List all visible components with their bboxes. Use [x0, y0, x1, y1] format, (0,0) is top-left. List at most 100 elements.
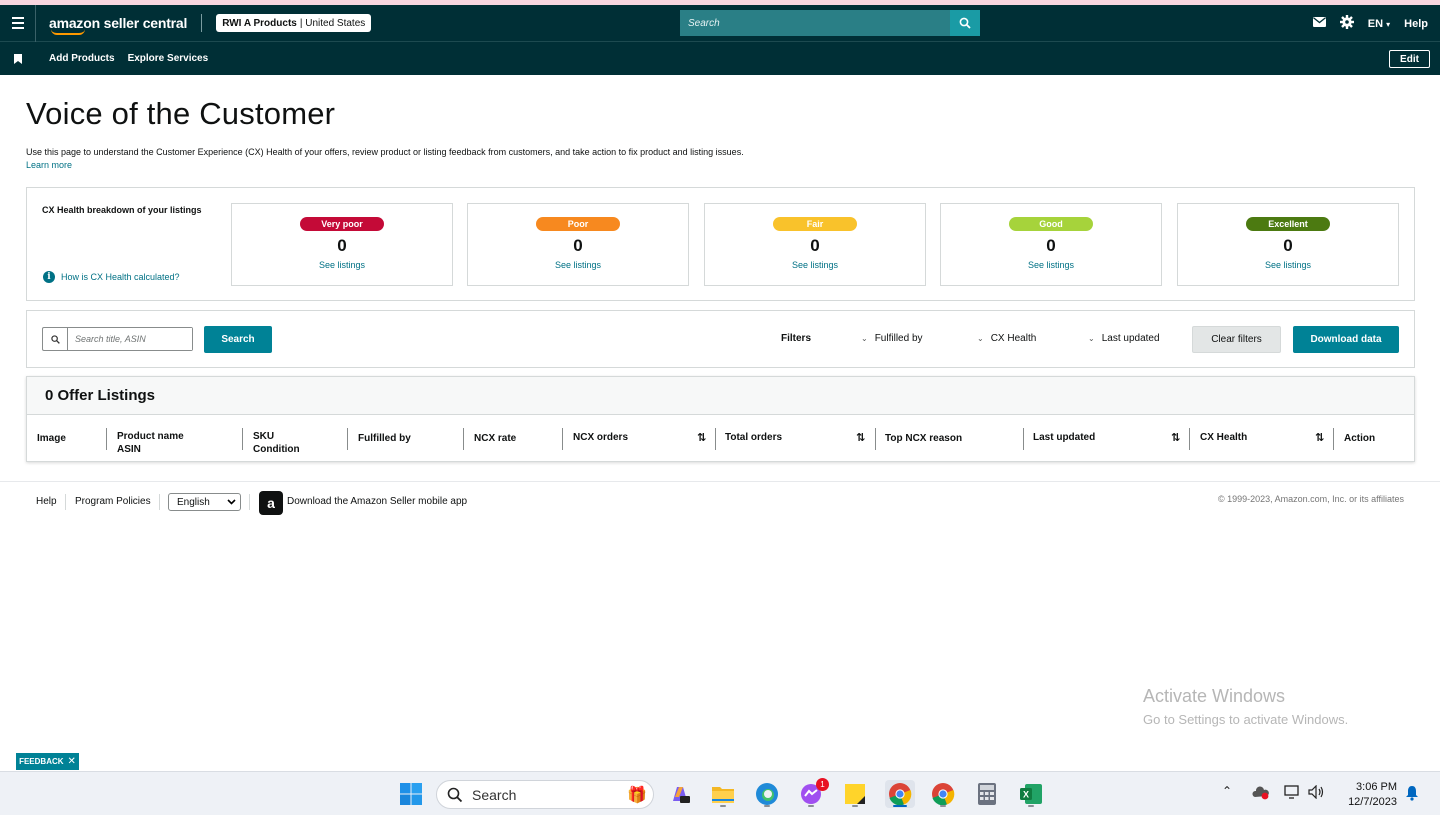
sticky-notes-icon[interactable]: [841, 780, 869, 808]
col-sku-label: SKU: [253, 431, 275, 442]
count-good: 0: [1046, 236, 1056, 255]
cx-card-good: Good 0 See listings: [940, 203, 1162, 286]
network-icon[interactable]: [1284, 785, 1300, 802]
page-title: Voice of the Customer: [26, 96, 336, 131]
badge-good: Good: [1009, 217, 1093, 231]
running-indicator: [940, 805, 946, 807]
messenger-icon[interactable]: 1: [797, 778, 829, 808]
help-link[interactable]: Help: [1404, 18, 1428, 30]
sort-icon[interactable]: ⇅: [856, 431, 865, 444]
last-updated-label: Last updated: [1101, 333, 1160, 344]
search-highlight-icon: 🎁: [627, 786, 647, 804]
taskbar-search-label: Search: [472, 786, 517, 803]
account-switcher[interactable]: RWI A Products | United States: [216, 14, 372, 32]
see-listings-fair[interactable]: See listings: [705, 260, 925, 270]
chrome-icon[interactable]: [929, 780, 957, 808]
col-cx-health[interactable]: CX Health: [1200, 431, 1247, 444]
footer-language-select[interactable]: English: [168, 493, 241, 511]
column-divider: [1023, 428, 1024, 450]
cx-health-dropdown[interactable]: ⌄ CX Health: [977, 333, 1036, 344]
onedrive-error-icon[interactable]: [1252, 786, 1270, 803]
menu-icon[interactable]: [0, 4, 36, 42]
offer-listings-count: 0 Offer Listings: [45, 387, 156, 404]
excel-icon[interactable]: X: [1017, 780, 1045, 808]
nav-add-products[interactable]: Add Products: [49, 53, 115, 64]
footer-program-policies-link[interactable]: Program Policies: [75, 496, 151, 507]
search-icon[interactable]: [950, 10, 980, 36]
col-total-orders[interactable]: Total orders: [725, 431, 782, 444]
feedback-label: FEEDBACK: [19, 757, 64, 766]
listing-search-input[interactable]: [68, 328, 192, 350]
col-ncx-rate[interactable]: NCX rate: [474, 432, 516, 445]
edit-nav-button[interactable]: Edit: [1389, 50, 1430, 68]
see-listings-very-poor[interactable]: See listings: [232, 260, 452, 270]
amazon-seller-app-icon[interactable]: a: [259, 491, 283, 515]
mail-icon[interactable]: [1312, 17, 1326, 30]
active-indicator: [893, 805, 907, 807]
footer-divider: [0, 481, 1440, 482]
learn-more-link[interactable]: Learn more: [26, 160, 72, 170]
calculator-icon[interactable]: [973, 780, 1001, 808]
system-clock[interactable]: 3:06 PM 12/7/2023: [1348, 780, 1397, 810]
column-divider: [1333, 428, 1334, 450]
fulfilled-by-label: Fulfilled by: [874, 333, 923, 344]
cx-health-title: CX Health breakdown of your listings: [42, 205, 202, 215]
col-last-updated[interactable]: Last updated: [1033, 431, 1095, 444]
chevron-up-icon[interactable]: ⌃: [1222, 784, 1232, 798]
notification-badge: 1: [816, 778, 829, 791]
close-icon[interactable]: ✕: [68, 756, 76, 767]
download-data-button[interactable]: Download data: [1293, 326, 1399, 353]
running-indicator: [764, 805, 770, 807]
nav-explore-services[interactable]: Explore Services: [128, 53, 209, 64]
see-listings-good[interactable]: See listings: [941, 260, 1161, 270]
chrome-profile-icon[interactable]: [885, 780, 915, 808]
divider: [249, 494, 250, 510]
footer-help-link[interactable]: Help: [36, 496, 57, 507]
column-divider: [715, 428, 716, 450]
cx-card-fair: Fair 0 See listings: [704, 203, 926, 286]
clear-filters-button[interactable]: Clear filters: [1192, 326, 1281, 353]
global-search-input[interactable]: [680, 10, 950, 36]
gear-icon[interactable]: [1339, 15, 1354, 32]
badge-very-poor: Very poor: [300, 217, 384, 231]
sort-icon[interactable]: ⇅: [1171, 431, 1180, 444]
filters-label: Filters: [781, 333, 812, 344]
see-listings-poor[interactable]: See listings: [468, 260, 688, 270]
column-divider: [106, 428, 107, 450]
column-divider: [562, 428, 563, 450]
search-button[interactable]: Search: [204, 326, 272, 353]
running-indicator: [1028, 805, 1034, 807]
account-name: RWI A Products: [222, 17, 297, 29]
col-fulfilled-by: Fulfilled by: [358, 433, 411, 444]
bookmark-icon[interactable]: [0, 53, 36, 64]
page-description: Use this page to understand the Customer…: [26, 147, 744, 157]
notification-bell-icon[interactable]: [1405, 785, 1419, 804]
clock-date: 12/7/2023: [1348, 796, 1397, 808]
col-condition-label: Condition: [253, 444, 300, 455]
volume-icon[interactable]: [1308, 784, 1326, 802]
column-divider: [875, 428, 876, 450]
caret-down-icon: ▾: [1386, 19, 1391, 29]
last-updated-dropdown[interactable]: ⌄ Last updated: [1088, 333, 1160, 344]
cx-health-calculation-link[interactable]: i How is CX Health calculated?: [43, 271, 180, 283]
count-very-poor: 0: [337, 236, 347, 255]
sort-icon[interactable]: ⇅: [1315, 431, 1324, 444]
see-listings-excellent[interactable]: See listings: [1178, 260, 1398, 270]
taskbar-search[interactable]: Search 🎁: [436, 780, 654, 809]
windows-start-icon[interactable]: [397, 780, 425, 808]
table-header: 0 Offer Listings: [27, 377, 1414, 415]
running-indicator: [808, 805, 814, 807]
file-explorer-icon[interactable]: [709, 780, 737, 808]
badge-excellent: Excellent: [1246, 217, 1330, 231]
col-ncx-orders[interactable]: NCX orders: [573, 431, 628, 444]
amazon-seller-central-logo[interactable]: amazon seller central: [49, 15, 187, 35]
logo-smile-icon: [51, 29, 85, 35]
sort-icon[interactable]: ⇅: [697, 431, 706, 444]
copilot-icon[interactable]: [666, 780, 694, 808]
feedback-tab[interactable]: FEEDBACK ✕: [16, 753, 79, 770]
language-selector[interactable]: EN ▾: [1368, 18, 1390, 30]
column-divider: [242, 428, 243, 450]
fulfilled-by-dropdown[interactable]: ⌄ Fulfilled by: [861, 333, 923, 344]
edge-icon[interactable]: [753, 780, 781, 808]
download-seller-app-link[interactable]: Download the Amazon Seller mobile app: [287, 496, 467, 507]
